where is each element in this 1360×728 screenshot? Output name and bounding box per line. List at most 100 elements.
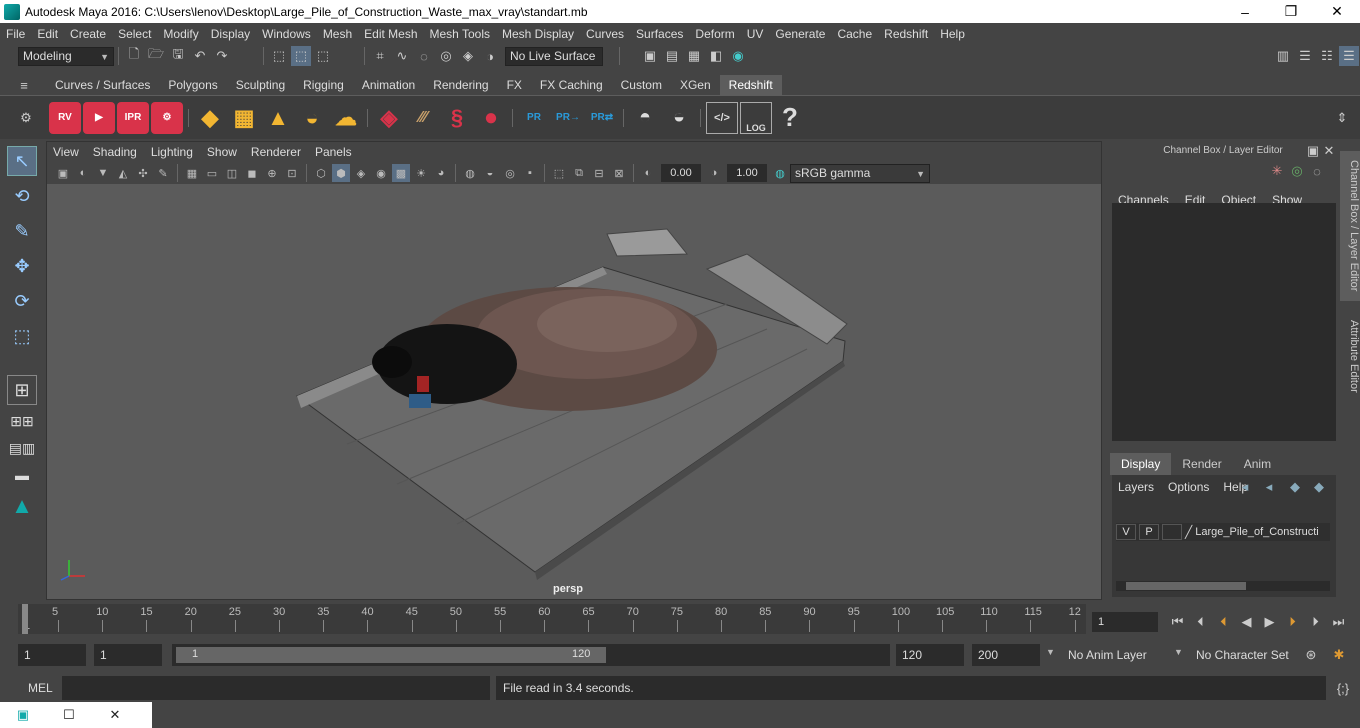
attribute-editor-icon[interactable]: ☷ bbox=[1317, 46, 1337, 66]
minimized-window[interactable]: ▣ ☐ ✕ bbox=[0, 702, 152, 728]
play-backward-icon[interactable]: ◀ bbox=[1235, 612, 1258, 632]
xray-components-icon[interactable]: ⊠ bbox=[610, 164, 628, 182]
close-button[interactable]: ✕ bbox=[1314, 0, 1360, 23]
gamma-icon[interactable]: ◑ bbox=[705, 164, 723, 182]
scale-tool-icon[interactable]: ⬚ bbox=[7, 321, 37, 351]
undo-icon[interactable]: ↶ bbox=[190, 46, 210, 66]
play-forward-icon[interactable]: ▶ bbox=[1258, 612, 1281, 632]
save-scene-icon[interactable]: 🖫 bbox=[168, 46, 188, 66]
tab-curves-surfaces[interactable]: Curves / Surfaces bbox=[46, 75, 159, 95]
menu-edit[interactable]: Edit bbox=[31, 27, 64, 41]
command-input[interactable] bbox=[62, 676, 490, 700]
tab-display[interactable]: Display bbox=[1110, 453, 1172, 475]
channel-list[interactable] bbox=[1112, 203, 1336, 441]
depth-of-field-icon[interactable]: ▪ bbox=[521, 164, 539, 182]
shelf-scroll-icon[interactable]: ⇕ bbox=[1332, 108, 1352, 128]
go-to-start-icon[interactable]: ⏮ bbox=[1166, 612, 1189, 632]
move-tool-icon[interactable]: ✥ bbox=[7, 251, 37, 281]
redshift-sun-sky-icon[interactable]: ☁ bbox=[330, 102, 362, 134]
auto-key-icon[interactable]: ⊛ bbox=[1301, 645, 1321, 665]
shelf-settings-icon[interactable]: ⚙ bbox=[16, 108, 36, 128]
menu-cache[interactable]: Cache bbox=[831, 27, 878, 41]
colorspace-selector[interactable]: sRGB gamma ▼ bbox=[790, 163, 930, 183]
textured-icon[interactable]: ▩ bbox=[392, 164, 410, 182]
maya-home-icon[interactable]: ▲ bbox=[7, 491, 37, 521]
tab-redshift[interactable]: Redshift bbox=[719, 75, 782, 95]
character-set-selector[interactable]: No Character Set bbox=[1190, 644, 1294, 666]
menu-mesh[interactable]: Mesh bbox=[317, 27, 358, 41]
new-layer-selected-icon[interactable]: ◆ bbox=[1309, 477, 1329, 497]
isolate-select-icon[interactable]: ⬚ bbox=[550, 164, 568, 182]
le-menu-layers[interactable]: Layers bbox=[1118, 480, 1154, 499]
log-icon[interactable]: LOG bbox=[740, 101, 772, 134]
grease-pencil-icon[interactable]: ✎ bbox=[154, 164, 172, 182]
tab-render[interactable]: Render bbox=[1171, 453, 1232, 475]
tab-anim[interactable]: Anim bbox=[1233, 453, 1282, 475]
snap-point-icon[interactable]: ◌ bbox=[414, 46, 434, 66]
use-all-lights-icon[interactable]: ☀ bbox=[412, 164, 430, 182]
anti-aliasing-icon[interactable]: ◎ bbox=[501, 164, 519, 182]
redshift-dome-light-icon[interactable]: ◒ bbox=[296, 102, 328, 134]
3d-viewport[interactable]: persp bbox=[47, 184, 1101, 599]
menu-select[interactable]: Select bbox=[112, 27, 157, 41]
tab-rigging[interactable]: Rigging bbox=[294, 75, 353, 95]
script-editor-open-icon[interactable]: {;} bbox=[1333, 678, 1353, 698]
render-view-icon[interactable]: ◧ bbox=[706, 46, 726, 66]
motion-blur-icon[interactable]: ◒ bbox=[481, 164, 499, 182]
snap-surface-icon[interactable]: ◈ bbox=[458, 46, 478, 66]
paint-select-tool-icon[interactable]: ✎ bbox=[7, 216, 37, 246]
menu-modify[interactable]: Modify bbox=[157, 27, 204, 41]
redshift-render-view-icon[interactable]: RV bbox=[49, 101, 81, 134]
tab-animation[interactable]: Animation bbox=[353, 75, 424, 95]
gate-mask-icon[interactable]: ◼ bbox=[243, 164, 261, 182]
film-gate-icon[interactable]: ▭ bbox=[203, 164, 221, 182]
pr-export-icon[interactable]: PR→ bbox=[552, 102, 584, 134]
single-view-layout-icon[interactable]: ⊞ bbox=[7, 375, 37, 405]
screen-space-ao-icon[interactable]: ◍ bbox=[461, 164, 479, 182]
material-pie-icon[interactable]: ◒ bbox=[663, 102, 695, 134]
redshift-settings-icon[interactable]: ⚙ bbox=[151, 101, 183, 134]
tab-custom[interactable]: Custom bbox=[612, 75, 671, 95]
ipr-render-icon[interactable]: ▦ bbox=[684, 46, 704, 66]
camera-attributes-icon[interactable]: ◐ bbox=[74, 164, 92, 182]
shelf-menu-icon[interactable]: ≡ bbox=[14, 75, 34, 95]
redshift-light-spot-icon[interactable]: ▲ bbox=[262, 102, 294, 134]
anim-layer-selector[interactable]: No Anim Layer bbox=[1062, 644, 1164, 666]
wireframe-on-shaded-icon[interactable]: ◈ bbox=[352, 164, 370, 182]
exposure-field[interactable]: 0.00 bbox=[661, 164, 701, 182]
redshift-volume-icon[interactable]: § bbox=[441, 102, 473, 134]
field-chart-icon[interactable]: ⊕ bbox=[263, 164, 281, 182]
script-editor-icon[interactable]: </> bbox=[706, 101, 738, 134]
panel-menu-view[interactable]: View bbox=[53, 145, 79, 159]
step-back-key-icon[interactable]: ⏴ bbox=[1212, 612, 1235, 632]
menu-redshift[interactable]: Redshift bbox=[878, 27, 934, 41]
range-bar[interactable]: 1 120 bbox=[172, 644, 890, 666]
menu-display[interactable]: Display bbox=[205, 27, 256, 41]
collapse-layout-icon[interactable]: ▬ bbox=[7, 464, 37, 486]
material-bowl-icon[interactable]: ◓ bbox=[629, 102, 661, 134]
menu-surfaces[interactable]: Surfaces bbox=[630, 27, 689, 41]
resolution-gate-icon[interactable]: ◫ bbox=[223, 164, 241, 182]
snap-curve-icon[interactable]: ∿ bbox=[392, 46, 412, 66]
minimize-button[interactable]: – bbox=[1222, 0, 1268, 23]
open-scene-icon[interactable]: 🗁 bbox=[146, 46, 166, 66]
menu-generate[interactable]: Generate bbox=[769, 27, 831, 41]
tab-sculpting[interactable]: Sculpting bbox=[227, 75, 294, 95]
side-tab-channel-box[interactable]: Channel Box / Layer Editor bbox=[1340, 151, 1360, 301]
menu-mesh-tools[interactable]: Mesh Tools bbox=[424, 27, 496, 41]
help-icon[interactable]: ? bbox=[774, 102, 806, 134]
layer-scrollbar[interactable] bbox=[1116, 581, 1330, 591]
panel-menu-show[interactable]: Show bbox=[207, 145, 237, 159]
chevron-down-icon[interactable]: ▼ bbox=[1046, 647, 1055, 657]
new-scene-icon[interactable]: 🗋 bbox=[124, 46, 144, 66]
image-plane-icon[interactable]: ◭ bbox=[114, 164, 132, 182]
layer-color-icon[interactable]: ╱ bbox=[1185, 525, 1192, 539]
redshift-light-rect-icon[interactable]: ◆ bbox=[194, 102, 226, 134]
outliner-layout-icon[interactable]: ▤▥ bbox=[7, 437, 37, 459]
close-window-icon[interactable]: ✕ bbox=[92, 707, 138, 723]
time-slider[interactable]: 1 5 10 15 20 25 30 35 40 45 50 55 60 65 70 75 80 85 90 95 1… bbox=[0, 602, 1360, 636]
select-tool-icon[interactable]: ↖ bbox=[7, 146, 37, 176]
layer-row[interactable]: V P ╱ Large_Pile_of_Constructi bbox=[1116, 523, 1330, 541]
xray-joints-icon[interactable]: ⊟ bbox=[590, 164, 608, 182]
workspace-icon[interactable]: ▥ bbox=[1273, 46, 1293, 66]
